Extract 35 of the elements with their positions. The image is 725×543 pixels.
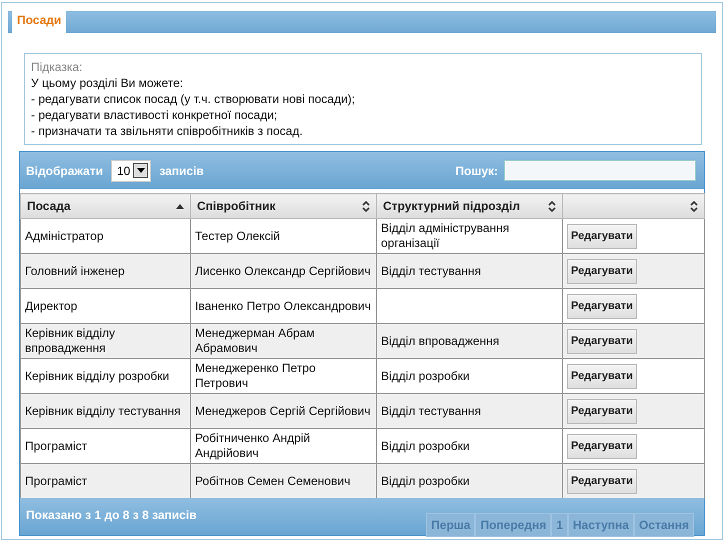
table-cell: Робітнов Семен Семенович [190, 464, 376, 498]
hint-line: У цьому розділі Ви можете: [31, 75, 184, 91]
table-cell: Менеджеров Сергій Сергійович [190, 394, 376, 428]
edit-button[interactable]: Редагувати [567, 258, 637, 284]
search-label: Пошук: [455, 162, 498, 180]
hint-line: - редагувати властивості конкретної посади; [31, 107, 278, 123]
column-header[interactable] [562, 194, 704, 218]
table-cell: Керівник відділу впровадження [20, 324, 190, 358]
edit-button[interactable]: Редагувати [567, 294, 637, 318]
show-label: Відображати [26, 162, 103, 180]
table-cell: Відділ розробки [376, 464, 562, 498]
records-label: записів [159, 162, 204, 180]
edit-button[interactable]: Редагувати [567, 364, 637, 388]
edit-button[interactable]: Редагувати [567, 468, 637, 494]
edit-button[interactable]: Редагувати [567, 398, 637, 424]
hint-line: - призначати та звільняти співробітників з посад. [31, 123, 304, 139]
table-cell: Програміст [20, 464, 190, 498]
hint-title: Підказка: [31, 59, 84, 75]
column-header[interactable]: Посада [20, 194, 190, 218]
column-header[interactable]: Структурний підрозділ [376, 194, 562, 218]
table-cell: Керівник відділу тестування [20, 394, 190, 428]
table-cell: Відділ тестування [376, 394, 562, 428]
table-cell: Відділ впровадження [376, 324, 562, 358]
edit-button[interactable]: Редагувати [567, 328, 637, 354]
search-field[interactable] [504, 160, 696, 181]
records-info: Показано з 1 до 8 з 8 записів [26, 507, 198, 524]
page-size-select[interactable]: 10 [110, 160, 152, 182]
column-header[interactable]: Співробітник [190, 194, 376, 218]
table-cell: Лисенко Олександр Сергійович [190, 254, 376, 288]
hint-line: - редагувати список посад (у т.ч. створювати нові посади); [31, 91, 356, 107]
table-cell: Головний інженер [20, 254, 190, 288]
edit-button[interactable]: Редагувати [567, 434, 637, 458]
edit-button[interactable]: Редагувати [567, 224, 637, 248]
table-cell: Відділ тестування [376, 254, 562, 288]
table-cell: Менеджерман Абрам Абрамович [190, 324, 376, 358]
